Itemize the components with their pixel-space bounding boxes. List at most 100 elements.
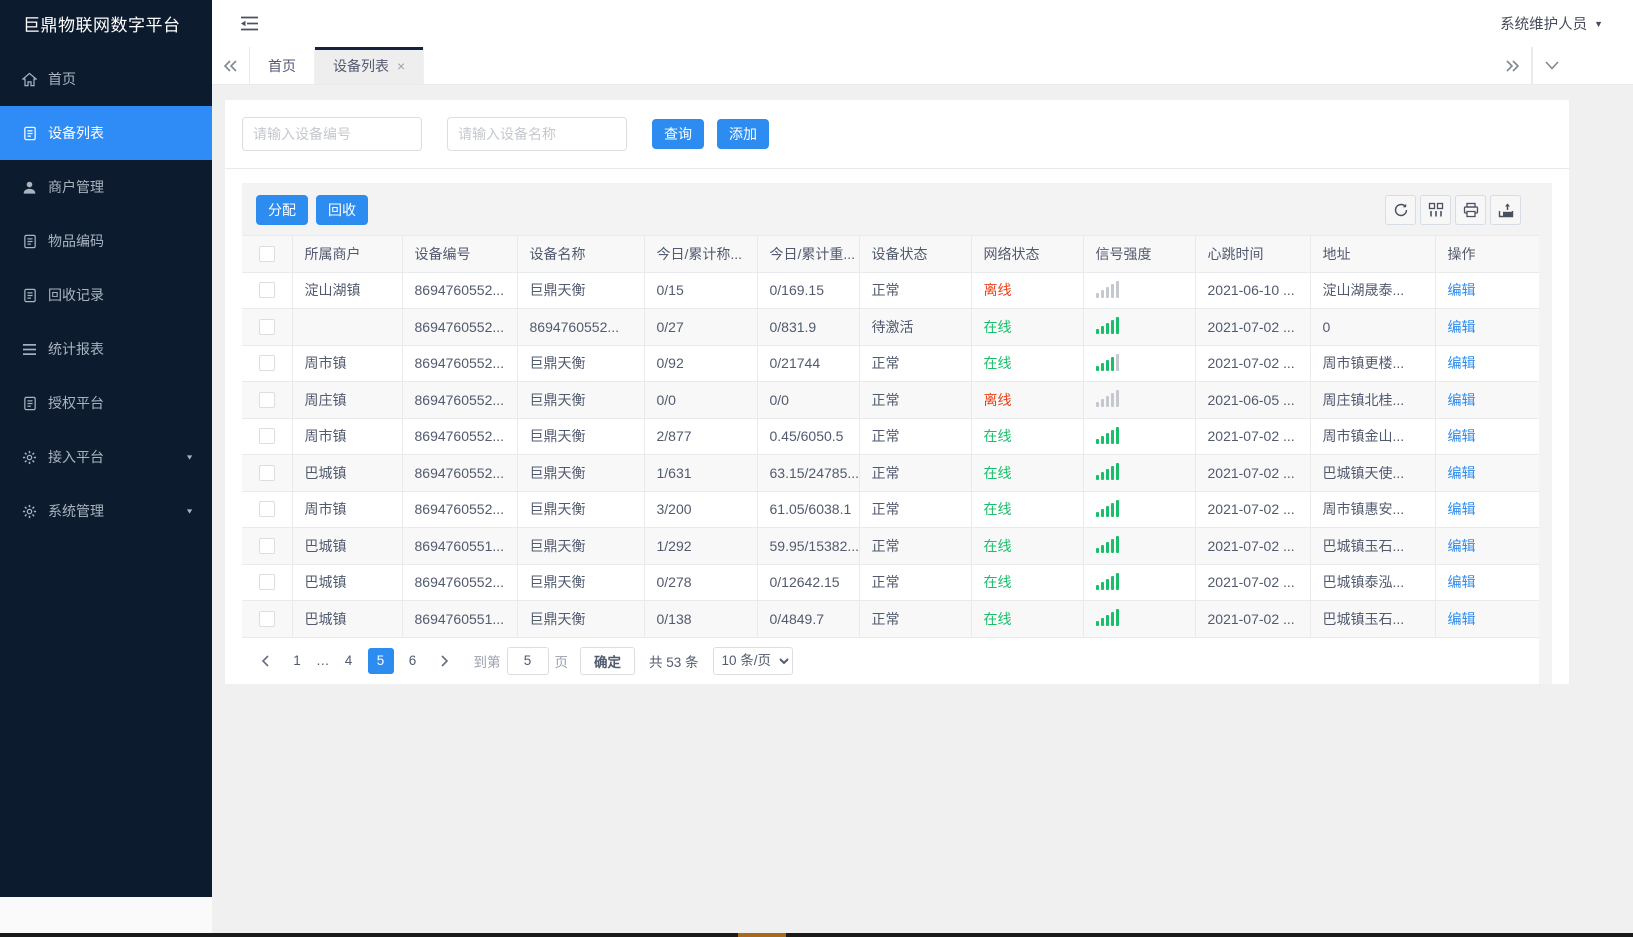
sidebar-item-1[interactable]: 首页	[0, 52, 212, 106]
heartbeat-cell: 2021-07-02 ...	[1195, 345, 1311, 382]
page-ellipsis: …	[316, 653, 330, 668]
tabs-scroll-left-button[interactable]	[212, 47, 250, 84]
tab-close-icon[interactable]: ×	[397, 58, 405, 74]
today-count-cell: 1/292	[644, 527, 758, 565]
sidebar-item-2[interactable]: 设备列表	[0, 106, 212, 160]
sidebar-item-3[interactable]: 商户管理	[0, 160, 212, 214]
network-status-badge: 在线	[983, 501, 1012, 518]
network-status-cell: 离线	[971, 272, 1084, 309]
tab-2[interactable]: 设备列表 ×	[315, 47, 425, 84]
edit-link[interactable]: 编辑	[1448, 392, 1476, 408]
merchant-cell: 巴城镇	[292, 564, 403, 601]
signal-cell	[1083, 527, 1196, 565]
user-icon	[21, 179, 38, 196]
sidebar-item-9[interactable]: 系统管理 ▼	[0, 484, 212, 538]
today-count-cell: 0/92	[644, 345, 758, 382]
page-number-6[interactable]: 6	[400, 648, 426, 674]
row-checkbox[interactable]	[258, 355, 275, 372]
page-number-1[interactable]: 1	[284, 648, 310, 674]
refresh-button[interactable]	[1385, 195, 1416, 225]
operation-cell: 编辑	[1435, 564, 1539, 601]
row-checkbox[interactable]	[258, 574, 275, 591]
row-checkbox[interactable]	[258, 391, 275, 408]
row-checkbox[interactable]	[258, 501, 275, 518]
row-checkbox[interactable]	[258, 464, 275, 481]
merchant-cell: 周市镇	[292, 345, 403, 382]
edit-link[interactable]: 编辑	[1448, 355, 1476, 371]
device-no-cell: 8694760552...	[402, 272, 518, 309]
edit-link[interactable]: 编辑	[1448, 611, 1476, 627]
tabs-menu-button[interactable]	[1532, 47, 1570, 84]
next-page-button[interactable]	[432, 648, 458, 674]
device-name-cell: 巨鼎天衡	[517, 564, 645, 601]
page-number-5[interactable]: 5	[367, 647, 394, 674]
heartbeat-cell: 2021-06-10 ...	[1195, 272, 1311, 309]
print-button[interactable]	[1455, 195, 1486, 225]
menu-fold-icon[interactable]	[240, 15, 259, 32]
network-status-badge: 在线	[983, 610, 1012, 627]
operation-cell: 编辑	[1435, 454, 1539, 492]
device-no-input[interactable]	[242, 117, 422, 151]
user-menu[interactable]: 系统维护人员 ▼	[1500, 13, 1603, 34]
table-row: 巴城镇 8694760552... 巨鼎天衡 1/631 63.15/24785... 正…	[242, 454, 1539, 492]
page-number-4[interactable]: 4	[336, 648, 362, 674]
table-row: 周庄镇 8694760552... 巨鼎天衡 0/0 0/0 正常 离线 2021-06-05…	[242, 381, 1539, 419]
network-status-cell: 在线	[971, 527, 1084, 565]
row-checkbox[interactable]	[258, 428, 275, 445]
caret-down-icon: ▼	[185, 507, 194, 515]
edit-link[interactable]: 编辑	[1448, 428, 1476, 444]
address-cell: 淀山湖晟泰...	[1310, 272, 1436, 309]
document-icon	[21, 287, 38, 304]
heartbeat-cell: 2021-07-02 ...	[1195, 600, 1311, 638]
network-status-cell: 在线	[971, 564, 1084, 601]
columns-button[interactable]	[1420, 195, 1451, 225]
signal-cell	[1083, 418, 1196, 455]
sidebar-item-6[interactable]: 统计报表	[0, 322, 212, 376]
device-no-cell: 8694760551...	[402, 600, 518, 638]
address-cell: 周市镇更楼...	[1310, 345, 1436, 382]
signal-cell	[1083, 308, 1196, 346]
device-name-cell: 巨鼎天衡	[517, 272, 645, 309]
select-all-checkbox[interactable]	[258, 245, 275, 262]
goto-confirm-button[interactable]: 确定	[580, 646, 635, 675]
edit-link[interactable]: 编辑	[1448, 319, 1476, 335]
gear-icon	[21, 503, 38, 520]
edit-link[interactable]: 编辑	[1448, 574, 1476, 590]
device-name-input[interactable]	[447, 117, 627, 151]
heartbeat-cell: 2021-07-02 ...	[1195, 454, 1311, 492]
prev-page-button[interactable]	[252, 648, 278, 674]
signal-strength-icon	[1095, 499, 1119, 517]
edit-link[interactable]: 编辑	[1448, 538, 1476, 554]
edit-link[interactable]: 编辑	[1448, 465, 1476, 481]
signal-cell	[1083, 600, 1196, 638]
today-count-cell: 0/278	[644, 564, 758, 601]
edit-link[interactable]: 编辑	[1448, 282, 1476, 298]
sidebar-item-5[interactable]: 回收记录	[0, 268, 212, 322]
query-button[interactable]: 查询	[652, 119, 704, 149]
sidebar-item-label: 设备列表	[48, 125, 104, 141]
today-count-cell: 0/15	[644, 272, 758, 309]
row-checkbox[interactable]	[258, 537, 275, 554]
tab-1[interactable]: 首页	[250, 47, 315, 84]
signal-strength-icon	[1095, 462, 1119, 481]
caret-down-icon: ▼	[185, 453, 194, 461]
sidebar-item-label: 系统管理	[48, 503, 104, 519]
device-name-cell: 巨鼎天衡	[517, 345, 645, 382]
edit-link[interactable]: 编辑	[1448, 501, 1476, 517]
row-checkbox[interactable]	[258, 282, 275, 299]
sidebar-item-7[interactable]: 授权平台	[0, 376, 212, 430]
sidebar-item-8[interactable]: 接入平台 ▼	[0, 430, 212, 484]
columns-icon	[1428, 202, 1444, 218]
page-size-select[interactable]: 10 条/页	[712, 646, 793, 675]
tabs-scroll-right-button[interactable]	[1494, 47, 1532, 84]
assign-button[interactable]: 分配	[256, 195, 308, 225]
row-checkbox[interactable]	[258, 318, 275, 335]
sidebar-item-4[interactable]: 物品编码	[0, 214, 212, 268]
app-title: 巨鼎物联网数字平台	[23, 16, 181, 35]
row-checkbox[interactable]	[258, 610, 275, 627]
merchant-cell: 巴城镇	[292, 527, 403, 565]
goto-page-input[interactable]	[506, 646, 549, 675]
add-button[interactable]: 添加	[717, 119, 769, 149]
export-button[interactable]	[1490, 195, 1521, 225]
recycle-button[interactable]: 回收	[316, 195, 368, 225]
